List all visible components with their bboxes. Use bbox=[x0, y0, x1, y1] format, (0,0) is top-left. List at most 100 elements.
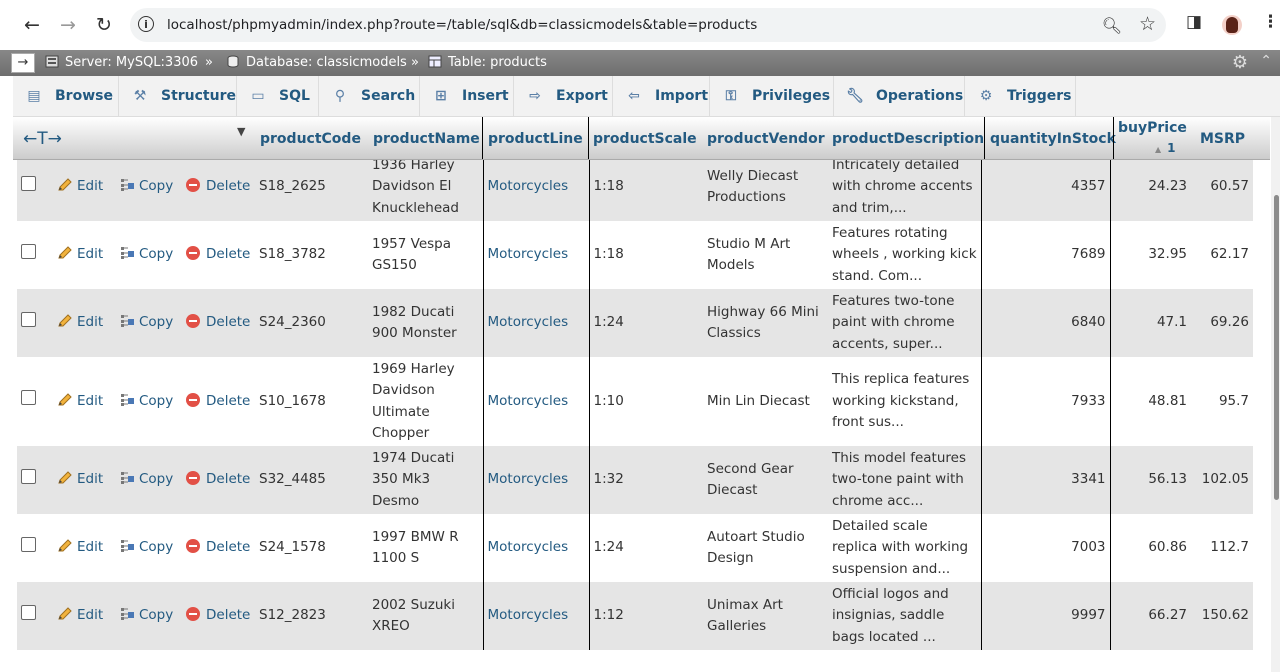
cell-MSRP[interactable]: 150.62 bbox=[1191, 582, 1253, 650]
cell-productScale[interactable]: 1:18 bbox=[588, 153, 703, 221]
cell-productDescription[interactable]: Detailed scale replica with working susp… bbox=[828, 514, 981, 582]
cell-productCode[interactable]: S24_2360 bbox=[255, 289, 368, 357]
cell-buyPrice[interactable]: 56.13 bbox=[1109, 446, 1191, 514]
cell-MSRP[interactable]: 69.26 bbox=[1191, 289, 1253, 357]
cell-quantityInStock[interactable]: 7933 bbox=[980, 357, 1110, 446]
copy-button[interactable]: Copy bbox=[119, 393, 173, 409]
edit-button[interactable]: Edit bbox=[57, 178, 103, 194]
tab-search[interactable]: ⚲ Search bbox=[319, 76, 420, 116]
tab-browse[interactable]: ▤ Browse bbox=[13, 76, 119, 116]
delete-button[interactable]: Delete bbox=[186, 314, 250, 330]
cell-productScale[interactable]: 1:24 bbox=[588, 289, 703, 357]
site-info-icon[interactable]: i bbox=[138, 16, 154, 32]
delete-button[interactable]: Delete bbox=[186, 607, 250, 623]
copy-button[interactable]: Copy bbox=[119, 607, 173, 623]
delete-button[interactable]: Delete bbox=[186, 539, 250, 555]
delete-button[interactable]: Delete bbox=[186, 392, 250, 409]
tab-import[interactable]: ⇦ Import bbox=[613, 76, 710, 116]
tab-sql[interactable]: ▭ SQL bbox=[237, 76, 319, 116]
zoom-icon[interactable]: 🔍︎ bbox=[1102, 16, 1122, 35]
address-bar[interactable]: i localhost/phpmyadmin/index.php?route=/… bbox=[130, 8, 1166, 42]
tab-privileges[interactable]: ⚿ Privileges bbox=[710, 76, 834, 116]
cell-MSRP[interactable]: 112.7 bbox=[1191, 514, 1253, 582]
forward-icon[interactable]: → bbox=[56, 13, 80, 37]
header-productVendor[interactable]: productVendor bbox=[707, 131, 825, 147]
header-productScale[interactable]: productScale bbox=[593, 131, 697, 147]
breadcrumb-server[interactable]: Server: MySQL:3306 bbox=[45, 55, 198, 70]
delete-button[interactable]: Delete bbox=[186, 246, 250, 262]
back-icon[interactable]: ← bbox=[20, 13, 44, 37]
cell-productCode[interactable]: S10_1678 bbox=[255, 357, 368, 446]
cell-productDescription[interactable]: Intricately detailed with chrome accents… bbox=[828, 153, 981, 221]
edit-button[interactable]: Edit bbox=[57, 471, 103, 487]
tab-triggers[interactable]: ⚙ Triggers bbox=[965, 76, 1076, 116]
cell-MSRP[interactable]: 62.17 bbox=[1191, 221, 1253, 289]
header-productName[interactable]: productName bbox=[373, 131, 480, 147]
cell-productName[interactable]: 1957 Vespa GS150 bbox=[368, 221, 483, 289]
cell-productCode[interactable]: S18_2625 bbox=[255, 153, 368, 221]
cell-productLine[interactable]: Motorcycles bbox=[482, 446, 589, 514]
header-productCode[interactable]: productCode bbox=[260, 131, 361, 147]
cell-productVendor[interactable]: Second Gear Diecast bbox=[703, 446, 828, 514]
copy-button[interactable]: Copy bbox=[119, 314, 173, 330]
cell-productVendor[interactable]: Unimax Art Galleries bbox=[703, 582, 828, 650]
cell-productLine[interactable]: Motorcycles bbox=[482, 582, 589, 650]
tab-insert[interactable]: ⊞ Insert bbox=[420, 76, 514, 116]
url-text[interactable]: localhost/phpmyadmin/index.php?route=/ta… bbox=[167, 17, 757, 33]
cell-quantityInStock[interactable]: 7689 bbox=[980, 221, 1110, 289]
reload-icon[interactable]: ↻ bbox=[92, 13, 116, 37]
header-MSRP[interactable]: MSRP bbox=[1200, 131, 1245, 147]
sort-dropdown-icon[interactable]: ▼ bbox=[237, 125, 245, 138]
cell-productDescription[interactable]: Features rotating wheels , working kick … bbox=[828, 221, 981, 289]
cell-buyPrice[interactable]: 32.95 bbox=[1109, 221, 1191, 289]
cell-productLine[interactable]: Motorcycles bbox=[482, 514, 589, 582]
edit-button[interactable]: Edit bbox=[57, 607, 103, 623]
cell-productVendor[interactable]: Min Lin Diecast bbox=[703, 357, 828, 446]
menu-dots-icon[interactable]: ⋮ bbox=[1262, 12, 1279, 32]
cell-buyPrice[interactable]: 24.23 bbox=[1109, 153, 1191, 221]
cell-quantityInStock[interactable]: 4357 bbox=[980, 153, 1110, 221]
edit-button[interactable]: Edit bbox=[57, 393, 103, 409]
cell-productCode[interactable]: S24_1578 bbox=[255, 514, 368, 582]
cell-productCode[interactable]: S12_2823 bbox=[255, 582, 368, 650]
profile-avatar[interactable] bbox=[1222, 15, 1242, 35]
cell-buyPrice[interactable]: 60.86 bbox=[1109, 514, 1191, 582]
cell-productDescription[interactable]: Features two-tone paint with chrome acce… bbox=[828, 289, 981, 357]
cell-productVendor[interactable]: Highway 66 Mini Classics bbox=[703, 289, 828, 357]
cell-productCode[interactable]: S32_4485 bbox=[255, 446, 368, 514]
cell-buyPrice[interactable]: 66.27 bbox=[1109, 582, 1191, 650]
cell-productName[interactable]: 1936 Harley Davidson El Knucklehead bbox=[368, 153, 483, 221]
cell-MSRP[interactable]: 60.57 bbox=[1191, 153, 1253, 221]
delete-button[interactable]: Delete bbox=[186, 471, 250, 487]
cell-buyPrice[interactable]: 47.1 bbox=[1109, 289, 1191, 357]
tab-structure[interactable]: ⚒ Structure bbox=[119, 76, 237, 116]
cell-quantityInStock[interactable]: 7003 bbox=[980, 514, 1110, 582]
collapse-icon[interactable]: ⌃ bbox=[1260, 53, 1272, 69]
cell-productDescription[interactable]: Official logos and insignias, saddle bag… bbox=[828, 582, 981, 650]
edit-button[interactable]: Edit bbox=[57, 539, 103, 555]
row-checkbox[interactable] bbox=[21, 243, 36, 259]
edit-button[interactable]: Edit bbox=[57, 314, 103, 330]
header-productDescription[interactable]: productDescription bbox=[832, 131, 984, 147]
row-checkbox[interactable] bbox=[21, 175, 36, 191]
side-panel-icon[interactable]: ◨ bbox=[1186, 12, 1202, 32]
cell-productScale[interactable]: 1:12 bbox=[588, 582, 703, 650]
header-productLine[interactable]: productLine bbox=[488, 131, 583, 147]
row-checkbox[interactable] bbox=[21, 536, 36, 552]
column-resize-control[interactable]: ←T→ bbox=[23, 129, 62, 149]
copy-button[interactable]: Copy bbox=[119, 471, 173, 487]
cell-productScale[interactable]: 1:24 bbox=[588, 514, 703, 582]
breadcrumb-table[interactable]: Table: products bbox=[428, 55, 547, 70]
copy-button[interactable]: Copy bbox=[119, 246, 173, 262]
cell-productName[interactable]: 1997 BMW R 1100 S bbox=[368, 514, 483, 582]
cell-productName[interactable]: 1969 Harley Davidson Ultimate Chopper bbox=[368, 357, 483, 446]
row-checkbox[interactable] bbox=[21, 604, 36, 620]
copy-button[interactable]: Copy bbox=[119, 539, 173, 555]
cell-productLine[interactable]: Motorcycles bbox=[482, 153, 589, 221]
cell-productLine[interactable]: Motorcycles bbox=[482, 289, 589, 357]
copy-button[interactable]: Copy bbox=[119, 178, 173, 194]
cell-productName[interactable]: 1982 Ducati 900 Monster bbox=[368, 289, 483, 357]
cell-productDescription[interactable]: This model features two-tone paint with … bbox=[828, 446, 981, 514]
row-checkbox[interactable] bbox=[21, 311, 36, 327]
cell-productScale[interactable]: 1:18 bbox=[588, 221, 703, 289]
